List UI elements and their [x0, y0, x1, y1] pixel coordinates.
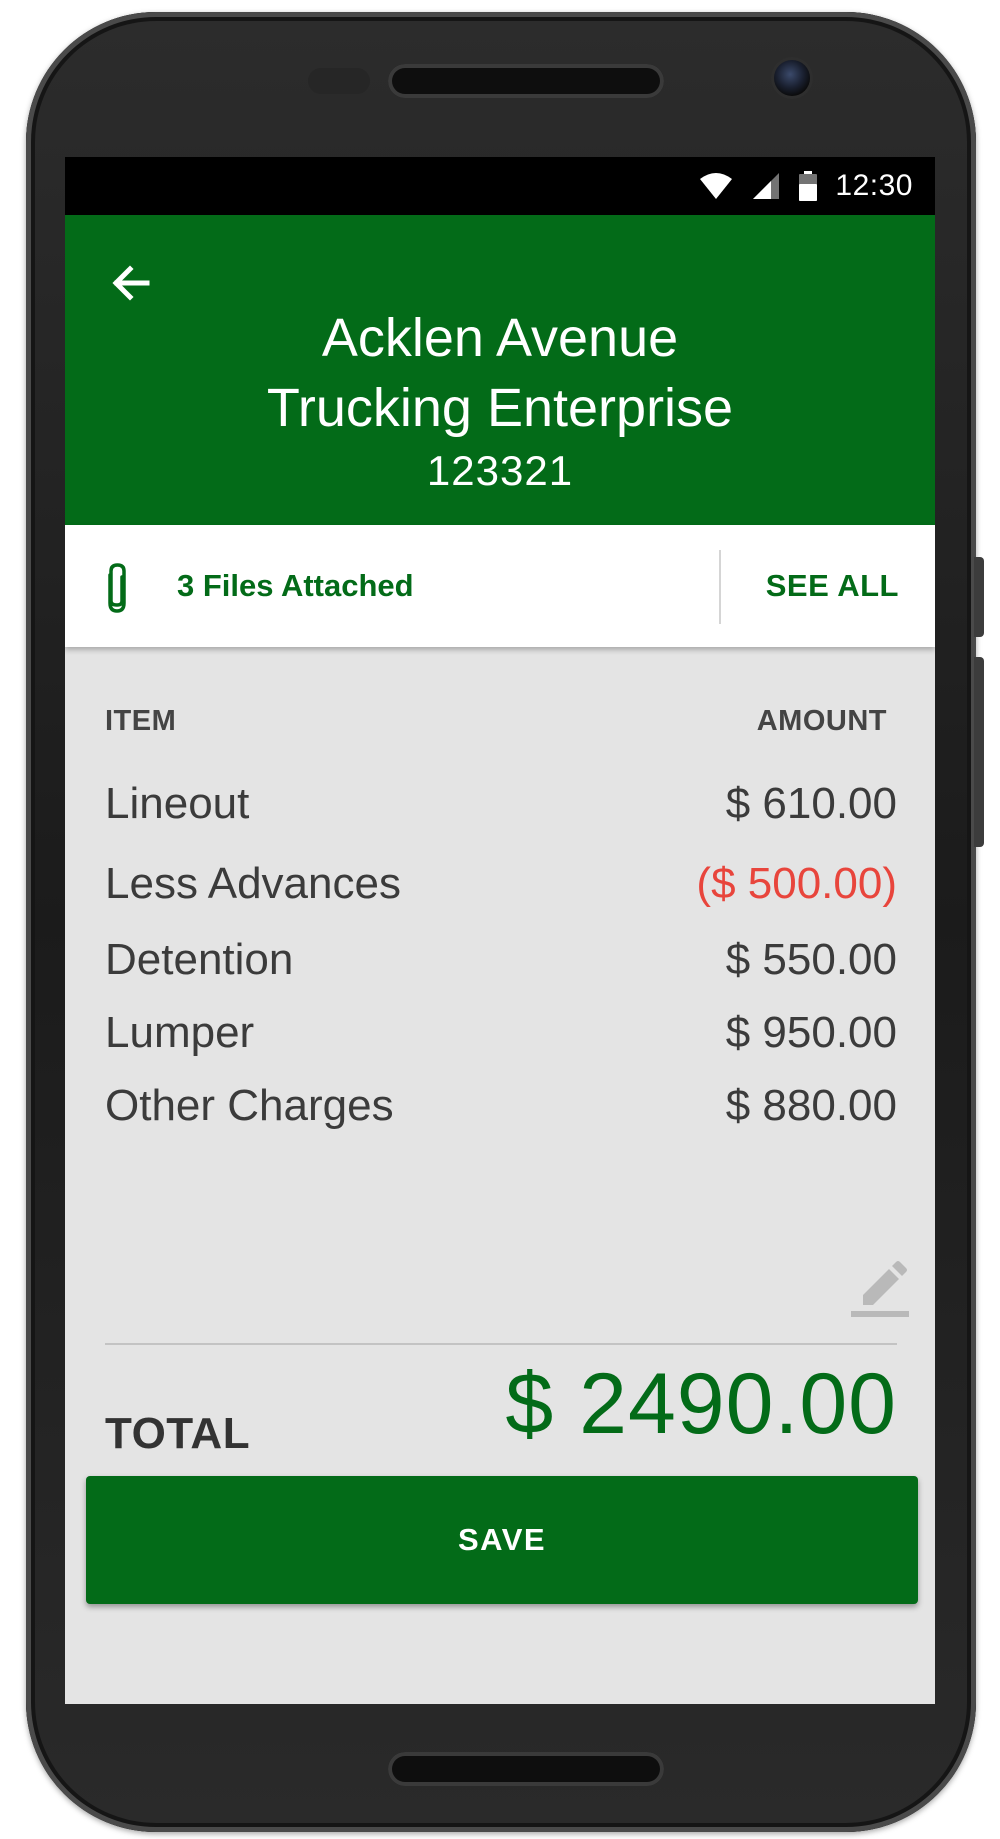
charge-label: Lumper: [105, 1008, 255, 1057]
charge-label: Other Charges: [105, 1081, 394, 1130]
status-bar: 12:30: [65, 157, 935, 215]
charge-amount-negative: ($ 500.00): [696, 859, 897, 908]
status-time: 12:30: [835, 169, 913, 202]
bottom-speaker: [388, 1752, 664, 1786]
files-attached-label[interactable]: 3 Files Attached: [177, 525, 414, 647]
charge-amount: $ 950.00: [725, 1008, 897, 1057]
charge-label: Detention: [105, 935, 294, 984]
vertical-divider: [719, 550, 721, 624]
app-bar: Acklen Avenue Trucking Enterprise 123321: [65, 215, 935, 525]
power-button: [974, 657, 984, 847]
charge-amount: $ 550.00: [725, 935, 897, 984]
battery-icon: [799, 171, 818, 201]
see-all-button[interactable]: SEE ALL: [766, 525, 899, 647]
charge-amount: $ 610.00: [725, 779, 897, 828]
column-header-amount: AMOUNT: [756, 705, 887, 737]
proximity-sensor: [308, 68, 370, 94]
page-title-line1: Acklen Avenue: [321, 308, 679, 368]
page-subtitle-id: 123321: [426, 447, 574, 494]
charge-label: Less Advances: [105, 859, 401, 908]
pencil-edit-icon[interactable]: [849, 1253, 911, 1319]
front-camera: [774, 60, 810, 96]
app-screen: 12:30 Acklen Avenue Trucking Enterprise …: [65, 157, 935, 1704]
earpiece-speaker: [388, 64, 664, 98]
charge-amount: $ 880.00: [725, 1081, 897, 1130]
volume-button: [974, 557, 984, 637]
column-header-item: ITEM: [105, 705, 177, 737]
wifi-icon: [700, 173, 733, 199]
arrow-back-icon[interactable]: [103, 255, 159, 311]
page-title-line2: Trucking Enterprise: [266, 378, 734, 438]
signal-icon: [753, 173, 780, 199]
total-divider: [105, 1343, 897, 1345]
attachments-bar: 3 Files Attached SEE ALL: [65, 525, 935, 647]
charge-label: Lineout: [105, 779, 250, 828]
save-button[interactable]: SAVE: [86, 1476, 918, 1604]
paperclip-icon: [108, 563, 126, 613]
total-amount: $ 2490.00: [505, 1356, 897, 1452]
total-label: TOTAL: [105, 1409, 251, 1458]
